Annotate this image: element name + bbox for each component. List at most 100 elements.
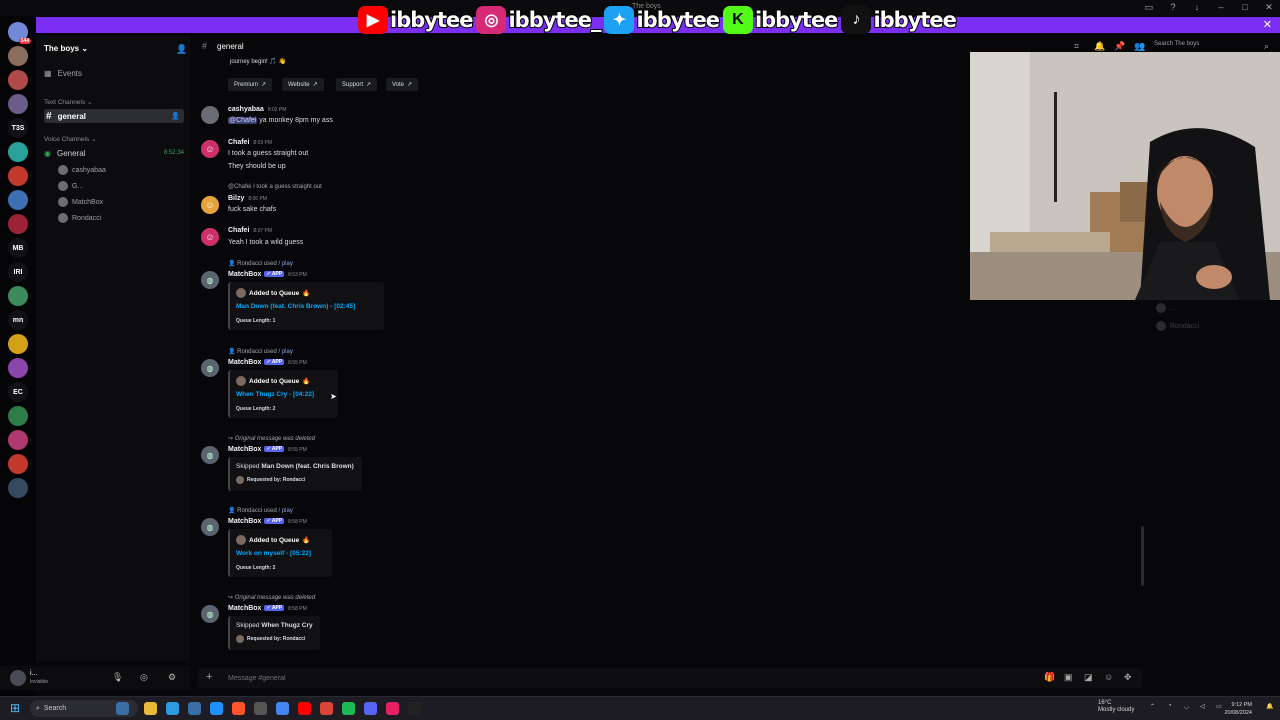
- notification-bell-icon[interactable]: 🔔: [1266, 703, 1273, 710]
- member-list-item[interactable]: ...: [1156, 302, 1176, 314]
- voice-user[interactable]: MatchBox: [58, 196, 103, 208]
- battery-icon[interactable]: ▭: [1216, 703, 1222, 710]
- member-list-icon[interactable]: 👥: [1134, 41, 1145, 52]
- server-icon[interactable]: IRI: [8, 262, 28, 282]
- server-icon[interactable]: [8, 478, 28, 498]
- message-author[interactable]: Chafei 8:03 PM: [228, 139, 272, 146]
- server-icon[interactable]: [8, 94, 28, 114]
- song-link[interactable]: Work on myself - [05:22]: [236, 550, 311, 557]
- song-link[interactable]: When Thugz Cry - [04:22]: [236, 391, 314, 398]
- invite-people-icon[interactable]: 👤: [176, 44, 187, 55]
- store-icon[interactable]: [188, 702, 201, 715]
- volume-icon[interactable]: ◁: [1200, 703, 1205, 710]
- message-author[interactable]: MatchBox ✓ APP 8:58 PM: [228, 518, 307, 525]
- server-icon[interactable]: [8, 166, 28, 186]
- car-widget-icon[interactable]: [116, 702, 129, 715]
- avatar[interactable]: [201, 106, 219, 124]
- link-button-support[interactable]: Support ↗: [336, 78, 378, 91]
- server-icon[interactable]: [8, 214, 28, 234]
- category-voice-channels[interactable]: Voice Channels ⌄: [44, 135, 96, 143]
- member-list-item[interactable]: Rondacci: [1156, 320, 1199, 332]
- server-icon[interactable]: 144: [8, 22, 31, 44]
- discord-app-icon[interactable]: [364, 702, 377, 715]
- slash-command[interactable]: / play: [279, 349, 293, 355]
- close-icon[interactable]: ✕: [1263, 18, 1272, 31]
- edge-icon[interactable]: [166, 702, 179, 715]
- gif-icon[interactable]: ▣: [1064, 672, 1073, 683]
- slash-command[interactable]: / play: [279, 508, 293, 514]
- avatar[interactable]: ☺: [201, 196, 219, 214]
- avatar[interactable]: ☺: [201, 228, 219, 246]
- scrollbar[interactable]: [1141, 526, 1144, 586]
- link-button-website[interactable]: Website ↗: [282, 78, 324, 91]
- add-attachment-icon[interactable]: +: [206, 671, 212, 683]
- capcut-icon[interactable]: [408, 702, 421, 715]
- server-icon[interactable]: [8, 334, 28, 354]
- message-input[interactable]: [228, 671, 828, 685]
- maximize-button[interactable]: □: [1240, 2, 1250, 13]
- command-invocation[interactable]: 👤 Rondacci used / play: [228, 260, 293, 267]
- avatar[interactable]: ◍: [201, 518, 219, 536]
- command-invocation[interactable]: 👤 Rondacci used / play: [228, 507, 293, 514]
- category-text-channels[interactable]: Text Channels ⌄: [44, 98, 92, 106]
- windows-start-icon[interactable]: ⊞: [10, 702, 22, 714]
- headphones-icon[interactable]: ◎: [140, 672, 148, 683]
- server-icon[interactable]: [8, 454, 28, 474]
- search-input[interactable]: Search The boys: [1154, 41, 1264, 52]
- message-author[interactable]: Chafei 8:07 PM: [228, 227, 272, 234]
- inbox-icon[interactable]: ▭: [1144, 2, 1154, 13]
- add-member-icon[interactable]: 👤: [171, 112, 180, 120]
- pin-icon[interactable]: 📌: [1114, 41, 1125, 52]
- server-icon[interactable]: T3S: [8, 118, 28, 138]
- microphone-icon[interactable]: 🎙: [112, 672, 123, 683]
- avatar[interactable]: ◍: [201, 605, 219, 623]
- gift-icon[interactable]: 🎁: [1044, 672, 1055, 683]
- avatar[interactable]: ◍: [201, 271, 219, 289]
- avatar[interactable]: ◍: [201, 359, 219, 377]
- voice-user[interactable]: Rondacci: [58, 212, 101, 224]
- search-icon[interactable]: ⌕: [1264, 41, 1269, 52]
- message-author[interactable]: MatchBox ✓ APP 8:55 PM: [228, 359, 307, 366]
- message-author[interactable]: cashyabaa 8:02 PM: [228, 106, 286, 113]
- file-explorer-icon[interactable]: [144, 702, 157, 715]
- taskbar-clock[interactable]: 9:12 PM 20/08/2024: [1224, 701, 1252, 717]
- server-icon[interactable]: MB: [8, 238, 28, 258]
- server-icon[interactable]: [8, 286, 28, 306]
- apps-icon[interactable]: ✥: [1124, 672, 1132, 683]
- download-icon[interactable]: ↓: [1192, 2, 1202, 13]
- server-icon[interactable]: [8, 142, 28, 162]
- server-icon[interactable]: [8, 70, 28, 90]
- message-author[interactable]: MatchBox ✓ APP 8:55 PM: [228, 446, 307, 453]
- message-author[interactable]: Bilzy 8:06 PM: [228, 195, 267, 202]
- avatar[interactable]: ◍: [201, 446, 219, 464]
- reply-preview[interactable]: @Chafei I took a guess straight out: [228, 184, 322, 190]
- wifi-icon[interactable]: ◡: [1184, 703, 1189, 710]
- help-icon[interactable]: ?: [1168, 2, 1178, 13]
- edge-alt-icon[interactable]: [210, 702, 223, 715]
- user-mention[interactable]: @Chafei: [228, 117, 258, 124]
- spotify-icon[interactable]: [342, 702, 355, 715]
- tray-chevron-icon[interactable]: ⌃: [1150, 703, 1155, 710]
- settings-gear-icon[interactable]: ⚙: [168, 672, 176, 683]
- message-author[interactable]: MatchBox ✓ APP 8:58 PM: [228, 605, 307, 612]
- minimize-button[interactable]: –: [1216, 2, 1226, 13]
- chrome-alt-icon[interactable]: [320, 702, 333, 715]
- settings-app-icon[interactable]: [254, 702, 267, 715]
- emoji-icon[interactable]: ☺: [1104, 672, 1113, 682]
- slash-command[interactable]: / play: [279, 261, 293, 267]
- youtube-app-icon[interactable]: [298, 702, 311, 715]
- link-button-vote[interactable]: Vote ↗: [386, 78, 419, 91]
- tiktok-app-icon[interactable]: [386, 702, 399, 715]
- link-button-premium[interactable]: Premium ↗: [228, 78, 273, 91]
- command-invocation[interactable]: 👤 Rondacci used / play: [228, 348, 293, 355]
- avatar[interactable]: [10, 670, 26, 686]
- server-icon[interactable]: [8, 430, 28, 450]
- voice-user[interactable]: G...: [58, 180, 83, 192]
- threads-icon[interactable]: ⌗: [1074, 41, 1079, 52]
- close-window-button[interactable]: ✕: [1264, 2, 1274, 13]
- message-author[interactable]: MatchBox ✓ APP 8:53 PM: [228, 271, 307, 278]
- network-icon[interactable]: ◔: [1168, 703, 1172, 709]
- brave-icon[interactable]: [232, 702, 245, 715]
- server-icon[interactable]: [8, 190, 28, 210]
- server-icon[interactable]: [8, 358, 28, 378]
